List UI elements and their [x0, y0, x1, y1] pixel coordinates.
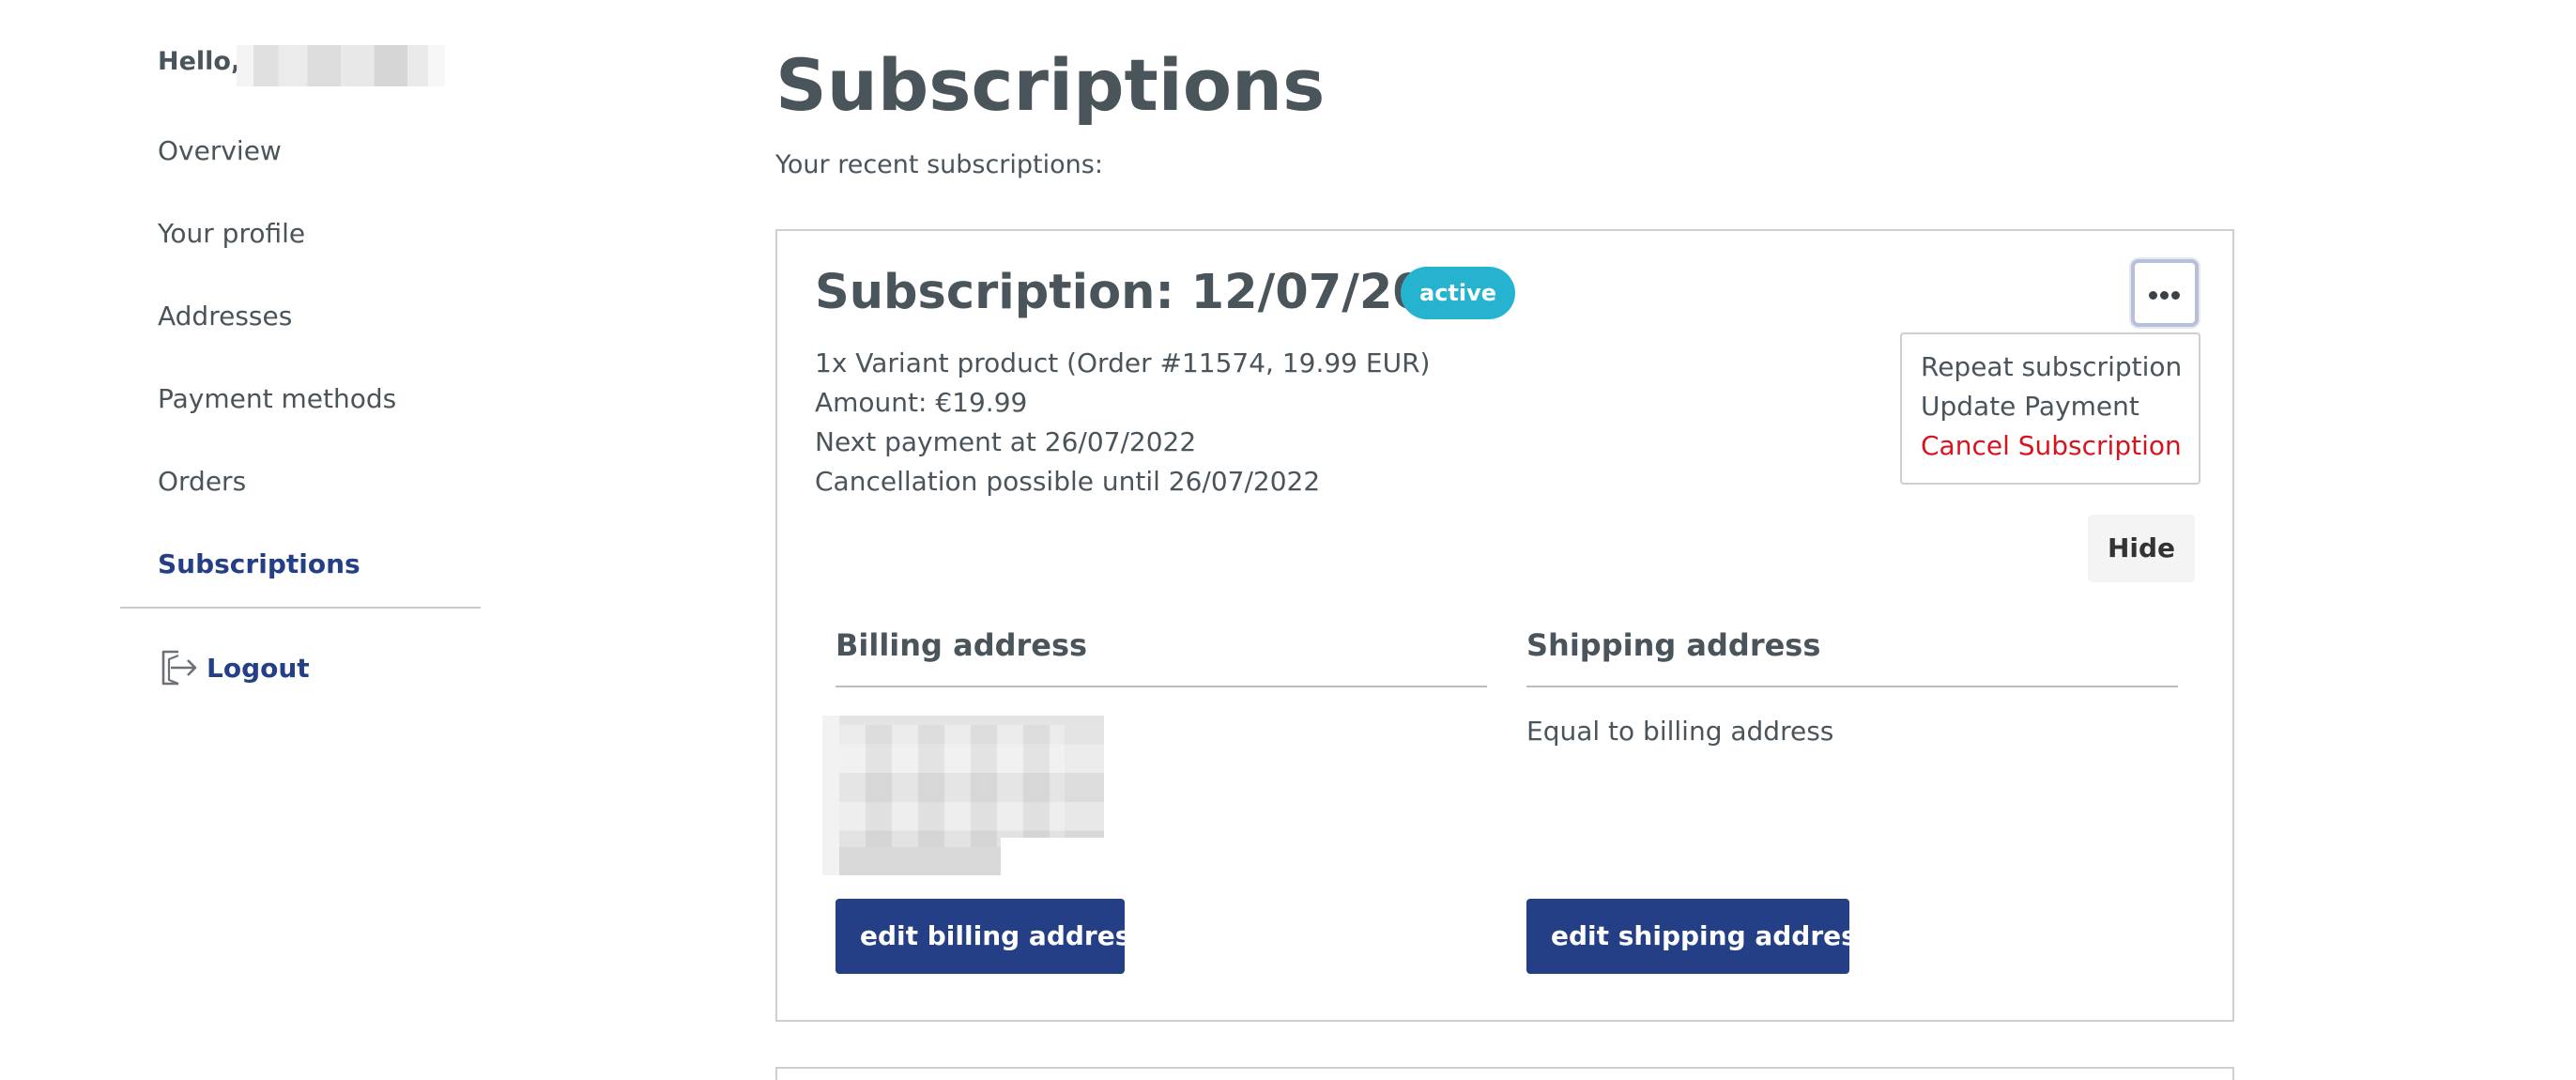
account-page: Hello, Overview Your profile Addresses P… — [0, 0, 2576, 1080]
nav-item-addresses[interactable]: Addresses — [158, 301, 292, 332]
redacted-billing-address — [822, 716, 1104, 875]
logout-link[interactable]: Logout — [158, 646, 310, 689]
nav-item-overview[interactable]: Overview — [158, 135, 282, 166]
menu-item-repeat-subscription[interactable]: Repeat subscription — [1902, 347, 2199, 387]
detail-amount: Amount: €19.99 — [815, 387, 1028, 418]
detail-next-payment: Next payment at 26/07/2022 — [815, 426, 1197, 457]
page-subtitle: Your recent subscriptions: — [775, 150, 1103, 179]
nav-item-payment-methods[interactable]: Payment methods — [158, 383, 396, 414]
detail-product: 1x Variant product (Order #11574, 19.99 … — [815, 347, 1431, 378]
subscription-title: Subscription: 12/07/2022 — [815, 265, 1493, 320]
shipping-address-section: Shipping address Equal to billing addres… — [1526, 627, 2178, 747]
edit-shipping-address-button[interactable]: edit shipping address — [1526, 899, 1872, 974]
status-badge: active — [1401, 267, 1516, 319]
greeting: Hello, — [158, 47, 241, 76]
billing-address-section: Billing address — [822, 627, 1487, 875]
shipping-address-heading: Shipping address — [1526, 627, 2178, 687]
billing-address-heading: Billing address — [836, 627, 1487, 687]
menu-item-update-payment[interactable]: Update Payment — [1902, 387, 2199, 426]
subscription-card: Subscription: 12/07/2022 active 1x Varia… — [775, 229, 2234, 1022]
sidebar-divider — [120, 607, 481, 609]
edit-billing-address-button[interactable]: edit billing address — [836, 899, 1146, 974]
hide-button[interactable]: Hide — [2088, 515, 2195, 582]
nav-item-orders[interactable]: Orders — [158, 466, 246, 497]
logout-icon — [161, 650, 197, 686]
subscription-details: 1x Variant product (Order #11574, 19.99 … — [815, 344, 1430, 501]
logout-label: Logout — [207, 652, 310, 684]
menu-item-cancel-subscription[interactable]: Cancel Subscription — [1902, 426, 2199, 466]
redacted-user-name — [237, 45, 445, 86]
shipping-address-text: Equal to billing address — [1526, 716, 1834, 747]
page-title: Subscriptions — [775, 43, 1326, 127]
subscription-dropdown-menu: Repeat subscription Update Payment Cance… — [1900, 332, 2200, 485]
nav-item-subscriptions[interactable]: Subscriptions — [158, 548, 360, 579]
nav-item-your-profile[interactable]: Your profile — [158, 218, 305, 249]
subscription-menu-button[interactable] — [2131, 259, 2199, 327]
detail-cancellation: Cancellation possible until 26/07/2022 — [815, 466, 1321, 497]
next-subscription-card — [775, 1067, 2234, 1080]
